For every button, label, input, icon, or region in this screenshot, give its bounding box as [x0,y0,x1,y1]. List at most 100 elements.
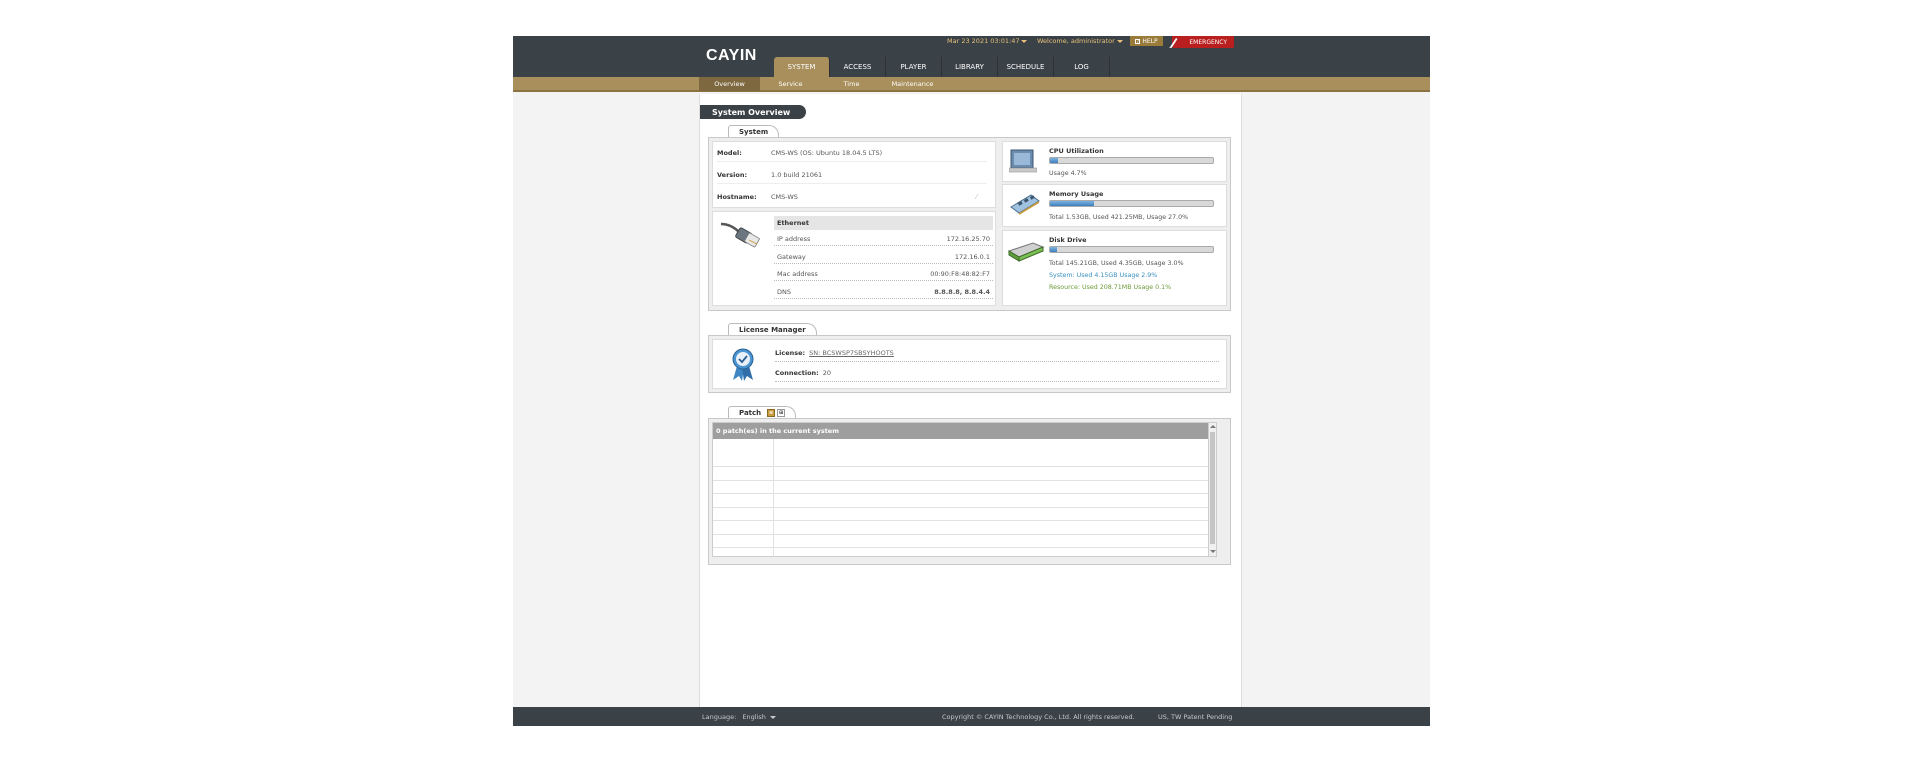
user-menu[interactable]: Welcome, administrator [1037,37,1123,45]
ethernet-row-value: 8.8.8.8, 8.8.4.4 [934,287,990,296]
ethernet-row-label: DNS [777,287,791,296]
system-section-tab: System [728,125,780,137]
ethernet-title: Ethernet [774,216,993,230]
disk-usage-bar [1049,246,1214,253]
cpu-box: CPU Utilization Usage 4.7% [1002,141,1227,182]
connection-row: Connection: 20 [775,364,1219,382]
chevron-down-icon [769,715,776,719]
ethernet-row-mac: Mac address 00:90:F8:48:82:F7 [774,267,993,281]
patch-table-header: 0 patch(es) in the current system [713,423,1210,439]
memory-title: Memory Usage [1049,190,1104,198]
help-button[interactable]: ? HELP [1130,36,1163,46]
tab-library[interactable]: LIBRARY [942,57,998,77]
grid-view-icon[interactable]: ⊞ [777,408,786,417]
hostname-row: Hostname: CMS-WS ⁄ [717,188,987,206]
edit-hostname-icon[interactable]: ⁄ [976,193,977,201]
patch-section-label: Patch [739,408,762,417]
ethernet-cable-icon [720,222,760,248]
chevron-down-icon [1116,39,1123,43]
patch-section-tab: Patch ≡ ⊞ [728,406,797,418]
table-row [713,534,1210,548]
tab-system[interactable]: SYSTEM [774,57,830,77]
ethernet-row-label: Mac address [777,269,818,278]
tab-access[interactable]: ACCESS [830,57,886,77]
license-box: License: SN: BCSWSP7SBSYHOOTS Connection… [712,339,1227,389]
patch-table: 0 patch(es) in the current system [712,422,1217,557]
list-view-icon[interactable]: ≡ [767,408,776,417]
table-row [713,521,1210,535]
copyright-text: Copyright © CAYIN Technology Co., Ltd. A… [942,713,1135,721]
subtab-time[interactable]: Time [821,77,882,91]
ethernet-row-dns: DNS 8.8.8.8, 8.8.4.4 [774,285,993,299]
cpu-chip-icon [1009,149,1037,173]
hostname-label: Hostname: [717,193,757,201]
model-value: CMS-WS (OS: Ubuntu 18.04.5 LTS) [771,148,883,157]
memory-usage-fill [1050,201,1094,206]
disk-usage-text: Total 145.21GB, Used 4.35GB, Usage 3.0% [1049,260,1184,267]
tab-log[interactable]: LOG [1054,57,1110,77]
ethernet-row-value: 172.16.0.1 [954,252,990,261]
tab-schedule[interactable]: SCHEDULE [998,57,1054,77]
sub-nav-bar: Overview Service Time Maintenance [513,77,1430,92]
memory-module-icon [1010,194,1040,215]
help-icon: ? [1135,38,1141,44]
main-content: System Overview System Model: CMS-WS (OS… [699,94,1242,707]
cpu-usage-text: Usage 4.7% [1049,170,1087,177]
chevron-down-icon [1021,39,1028,43]
help-label: HELP [1142,37,1158,45]
version-row: Version: 1.0 build 21061 [717,166,987,184]
memory-usage-text: Total 1.53GB, Used 421.25MB, Usage 27.0% [1049,214,1189,221]
hard-drive-icon [1007,242,1045,262]
connection-value: 20 [822,368,832,377]
license-label: License: [775,348,806,357]
ethernet-row-gateway: Gateway 172.16.0.1 [774,250,993,264]
model-label: Model: [717,148,742,157]
subtab-overview[interactable]: Overview [699,77,760,91]
hostname-value: CMS-WS [771,193,798,201]
sub-nav: Overview Service Time Maintenance [699,77,943,91]
system-section: Model: CMS-WS (OS: Ubuntu 18.04.5 LTS) V… [708,137,1231,311]
ethernet-row-ip: IP address 172.16.25.70 [774,232,993,246]
scroll-down-arrow-icon[interactable] [1210,550,1216,553]
ethernet-box: Ethernet IP address 172.16.25.70 Gateway… [712,211,996,306]
cayin-logo[interactable]: CAYIN [706,47,757,65]
cpu-usage-fill [1050,158,1058,163]
table-row [713,467,1210,481]
system-info-box: Model: CMS-WS (OS: Ubuntu 18.04.5 LTS) V… [712,141,996,208]
scroll-up-arrow-icon[interactable] [1210,425,1216,428]
version-label: Version: [717,170,748,179]
subtab-service[interactable]: Service [760,77,821,91]
subtab-maintenance[interactable]: Maintenance [882,77,943,91]
memory-usage-bar [1049,200,1214,207]
disk-resource-text: Resource: Used 208.71MB Usage 0.1% [1049,284,1172,291]
ethernet-row-value: 172.16.25.70 [946,234,990,243]
version-value: 1.0 build 21061 [771,170,823,179]
top-header: CAYIN Mar 23 2021 03:01:47 Welcome, admi… [513,36,1430,77]
patent-text: US, TW Patent Pending [1158,713,1233,721]
cpu-title: CPU Utilization [1049,147,1104,155]
certificate-ribbon-icon [732,348,754,381]
emergency-button[interactable]: EMERGENCY [1169,36,1234,48]
ethernet-row-label: Gateway [777,252,806,261]
license-sn-link[interactable]: SN: BCSWSP7SBSYHOOTS [809,349,894,357]
table-row [713,494,1210,508]
disk-usage-fill [1050,247,1057,252]
tab-player[interactable]: PLAYER [886,57,942,77]
license-row: License: SN: BCSWSP7SBSYHOOTS [775,344,1219,362]
patch-section: 0 patch(es) in the current system [708,418,1231,565]
datetime-dropdown[interactable]: Mar 23 2021 03:01:47 [947,37,1028,45]
welcome-text: Welcome, administrator [1037,37,1115,45]
memory-box: Memory Usage Total 1.53GB, Used 421.25MB… [1002,184,1227,227]
patch-scrollbar[interactable] [1208,423,1216,556]
language-selector[interactable]: Language: English [702,713,776,721]
ethernet-row-label: IP address [777,234,811,243]
table-row [713,453,1210,467]
page-title: System Overview [700,105,806,119]
scroll-thumb[interactable] [1210,432,1215,544]
table-row [713,480,1210,494]
license-section-tab: License Manager [728,323,817,335]
disk-system-text: System: Used 4.15GB Usage 2.9% [1049,272,1158,279]
cpu-usage-bar [1049,157,1214,164]
main-nav: SYSTEM ACCESS PLAYER LIBRARY SCHEDULE LO… [774,57,1110,77]
disk-title: Disk Drive [1049,236,1087,244]
